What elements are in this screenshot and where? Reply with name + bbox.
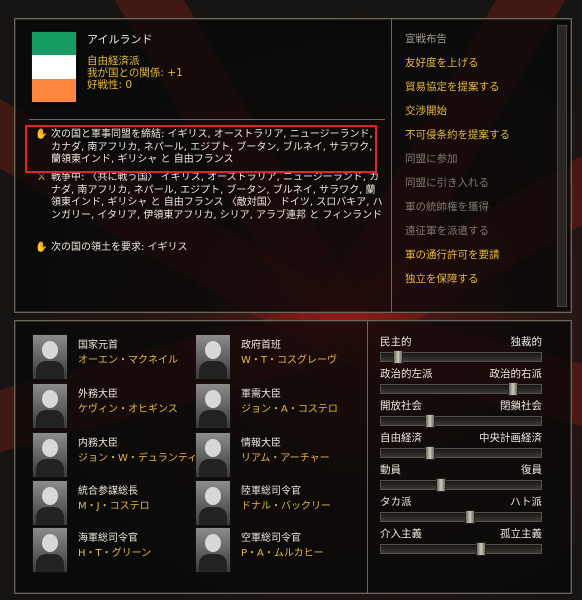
slider-right-label: ハト派	[510, 496, 542, 508]
action-invite-alliance[interactable]: 同盟に引き入れる	[405, 171, 565, 195]
policy-slider-track[interactable]	[380, 382, 542, 396]
slider-left-label: 自由経済	[380, 432, 422, 444]
policy-slider-knob[interactable]	[436, 478, 447, 492]
column-divider	[391, 19, 392, 312]
cabinet-role: 海軍総司令官	[78, 533, 138, 544]
action-guarantee-independence[interactable]: 独立を保障する	[405, 267, 565, 291]
action-expeditionary-force[interactable]: 遠征軍を派遣する	[405, 219, 565, 243]
slider-right-label: 政治的右派	[489, 368, 543, 380]
cabinet-role: 外務大臣	[78, 389, 118, 400]
cabinet-minister-name[interactable]: M・J・コステロ	[78, 497, 150, 512]
action-non-aggression[interactable]: 不可侵条約を提案する	[405, 123, 565, 147]
policy-slider-knob[interactable]	[476, 542, 487, 556]
portrait[interactable]	[195, 383, 231, 429]
cabinet-role: 統合参謀総長	[78, 486, 138, 497]
action-military-control[interactable]: 軍の統帥権を獲得	[405, 195, 565, 219]
slider-left-label: 介入主義	[380, 528, 422, 540]
policy-slider-track[interactable]	[380, 414, 542, 428]
cabinet-minister-name[interactable]: P・A・ムルカヒー	[241, 544, 324, 559]
slider-right-label: 孤立主義	[500, 528, 542, 540]
hand-icon: ✋	[35, 242, 48, 253]
slider-left-label: 動員	[380, 464, 401, 476]
event-war: ⚔ 戦争中: 〈共に戦う国〉 イギリス, オーストラリア, ニュージーランド, …	[35, 172, 385, 222]
action-declare-war[interactable]: 宣戦布告	[405, 27, 565, 51]
cabinet-role: 国家元首	[78, 340, 118, 351]
portrait[interactable]	[32, 480, 68, 526]
slider-right-label: 復員	[521, 464, 542, 476]
slider-left-label: 政治的左派	[380, 368, 433, 380]
policy-slider-track[interactable]	[380, 510, 542, 524]
policy-slider-track[interactable]	[380, 350, 542, 364]
ideology-text: 自由経済派	[87, 55, 140, 67]
cabinet-minister-name[interactable]: ジョン・A・コステロ	[241, 400, 338, 415]
actions-scrollbar[interactable]	[557, 25, 567, 307]
policy-slider-track[interactable]	[380, 478, 542, 492]
slider-right-label: 中央計画経済	[479, 432, 542, 444]
action-negotiate[interactable]: 交渉開始	[405, 99, 565, 123]
portrait[interactable]	[32, 527, 68, 573]
policy-slider-track[interactable]	[380, 542, 542, 556]
policy-slider-knob[interactable]	[393, 350, 403, 364]
cabinet-role: 軍需大臣	[241, 389, 281, 400]
event-text: 次の国の領土を要求: イギリス	[51, 242, 188, 253]
cabinet-minister-name[interactable]: ケヴィン・オヒギンス	[78, 400, 178, 415]
cabinet-role: 情報大臣	[241, 438, 281, 449]
cabinet-minister-name[interactable]: W・T・コスグレーヴ	[241, 351, 337, 366]
event-claim: ✋ 次の国の領土を要求: イギリス	[35, 242, 385, 255]
action-trade-agreement[interactable]: 貿易協定を提案する	[405, 75, 565, 99]
policy-slider-knob[interactable]	[508, 382, 519, 396]
slider-left-label: 開放社会	[380, 400, 422, 412]
action-join-alliance[interactable]: 同盟に参加	[405, 147, 565, 171]
diplomatic-actions: 宣戦布告 友好度を上げる 貿易協定を提案する 交渉開始 不可侵条約を提案する 同…	[405, 27, 565, 291]
diplomacy-panel: アイルランド 自由経済派 我が国との関係: +1 好戦性: 0 ✋ 次の国と軍事…	[14, 18, 572, 313]
portrait[interactable]	[32, 432, 68, 478]
event-text: 戦争中: 〈共に戦う国〉 イギリス, オーストラリア, ニュージーランド, カナ…	[51, 172, 383, 221]
cabinet-role: 政府首班	[241, 340, 281, 351]
action-improve-relations[interactable]: 友好度を上げる	[405, 51, 565, 75]
cabinet-minister-name[interactable]: ジョン・W・デュランティ	[78, 449, 197, 464]
portrait[interactable]	[32, 383, 68, 429]
country-name: アイルランド	[87, 33, 153, 46]
portrait[interactable]	[32, 334, 68, 380]
cabinet-minister-name[interactable]: ドナル・バックリー	[241, 497, 331, 512]
policy-slider-track[interactable]	[380, 446, 542, 460]
slider-left-label: 民主的	[380, 336, 412, 348]
cabinet-role: 内務大臣	[78, 438, 118, 449]
cabinet-minister-name[interactable]: オーエン・マクネイル	[78, 351, 178, 366]
slider-right-label: 閉鎖社会	[500, 400, 542, 412]
policy-slider-knob[interactable]	[465, 510, 475, 524]
slider-left-label: タカ派	[380, 496, 412, 508]
relation-text: 我が国との関係: +1	[87, 67, 183, 79]
portrait[interactable]	[195, 480, 231, 526]
policy-slider-knob[interactable]	[425, 414, 435, 428]
action-military-access[interactable]: 軍の通行許可を要請	[405, 243, 565, 267]
belligerence-text: 好戦性: 0	[87, 79, 133, 91]
column-divider	[367, 321, 368, 593]
portrait[interactable]	[195, 432, 231, 478]
portrait[interactable]	[195, 334, 231, 380]
slider-right-label: 独裁的	[510, 336, 543, 348]
highlight-box	[25, 125, 377, 173]
cabinet-role: 陸軍総司令官	[241, 486, 301, 497]
policy-slider-knob[interactable]	[425, 446, 435, 460]
country-flag	[31, 31, 77, 103]
cabinet-minister-name[interactable]: H・T・グリーン	[78, 544, 151, 559]
cabinet-role: 空軍総司令官	[241, 533, 301, 544]
cabinet-minister-name[interactable]: リアム・アーチャー	[241, 449, 330, 464]
crossed-swords-icon: ⚔	[37, 172, 46, 183]
separator	[29, 119, 385, 120]
portrait[interactable]	[195, 527, 231, 573]
